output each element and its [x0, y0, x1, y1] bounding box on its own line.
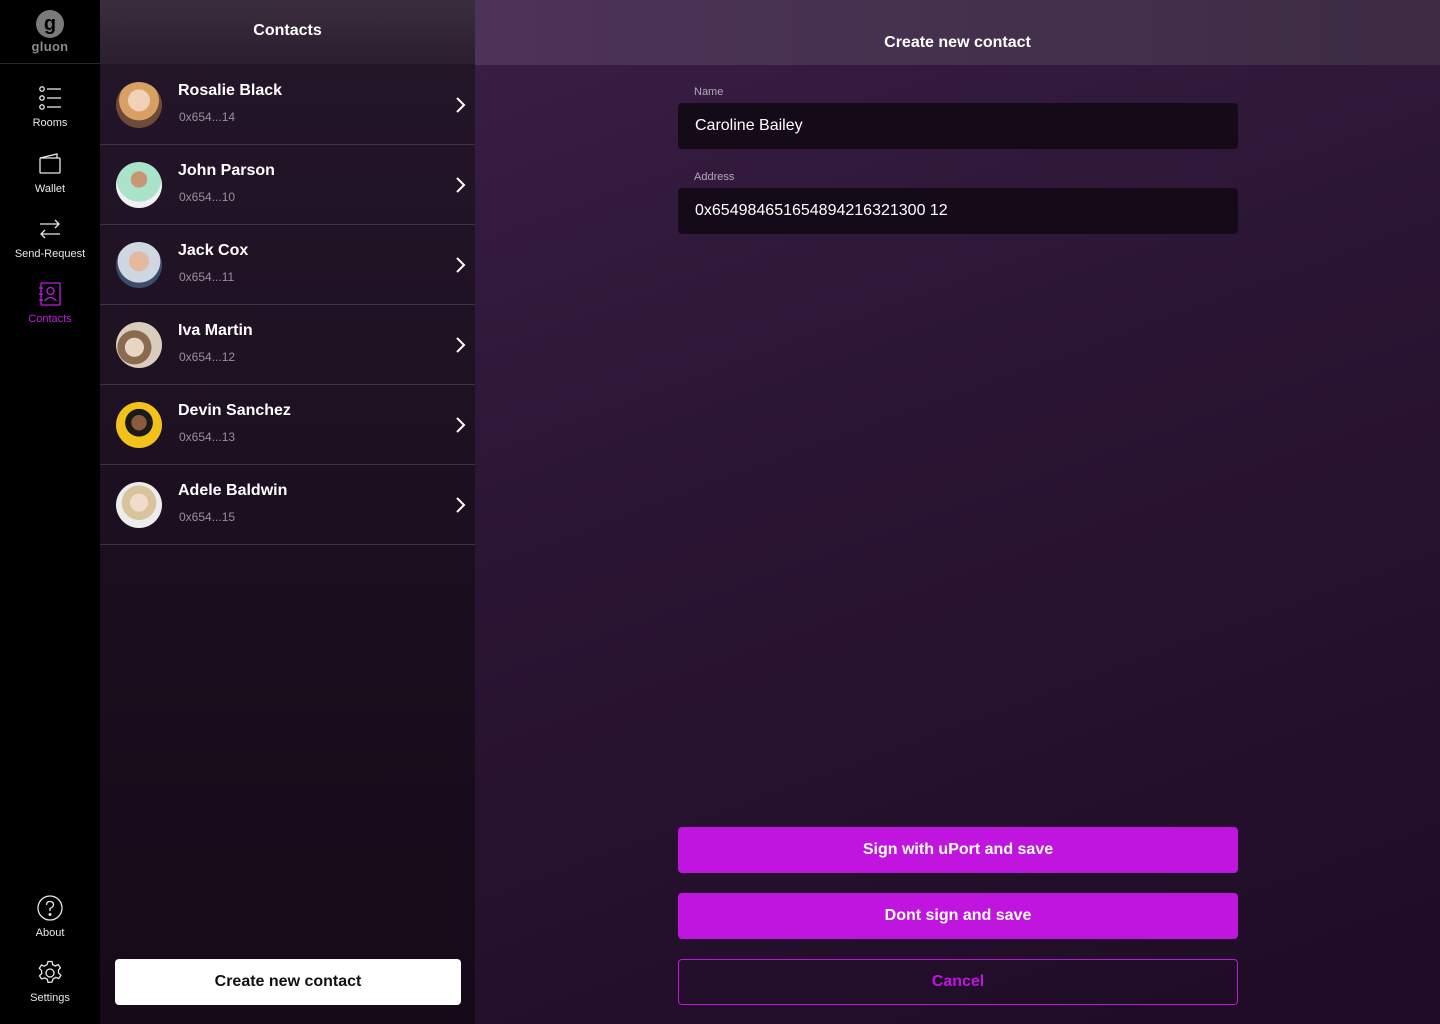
contact-row[interactable]: John Parson 0x654...10	[100, 145, 475, 225]
contacts-header: Contacts	[100, 0, 475, 65]
contact-row[interactable]: Iva Martin 0x654...12	[100, 305, 475, 385]
contact-row[interactable]: Jack Cox 0x654...11	[100, 225, 475, 305]
nav-label-send-request: Send-Request	[14, 248, 86, 260]
contact-name: Jack Cox	[178, 242, 249, 259]
contact-name: Devin Sanchez	[178, 402, 291, 419]
chevron-right-icon	[456, 177, 466, 193]
contact-address: 0x654...14	[179, 110, 236, 124]
create-contact-button[interactable]: Create new contact	[115, 959, 461, 1005]
nav-label-rooms: Rooms	[32, 117, 68, 129]
help-icon	[37, 895, 63, 921]
contact-address: 0x654...11	[179, 270, 235, 284]
avatar	[116, 482, 162, 528]
contact-row[interactable]: Devin Sanchez 0x654...13	[100, 385, 475, 465]
nav-item-contacts[interactable]: Contacts	[0, 281, 100, 325]
nav-item-send-request[interactable]: Send-Request	[0, 216, 100, 260]
gear-icon	[37, 960, 63, 986]
chevron-right-icon	[456, 497, 466, 513]
nav-item-settings[interactable]: Settings	[0, 960, 100, 1004]
name-field[interactable]: Caroline Bailey	[678, 103, 1238, 149]
avatar	[116, 82, 162, 128]
contact-address: 0x654...10	[179, 190, 236, 204]
contact-name: Iva Martin	[178, 322, 253, 339]
avatar	[116, 242, 162, 288]
avatar	[116, 402, 162, 448]
save-without-signing-button[interactable]: Dont sign and save	[678, 893, 1238, 939]
contact-address: 0x654...12	[179, 350, 236, 364]
contact-row[interactable]: Adele Baldwin 0x654...15	[100, 465, 475, 545]
sign-and-save-button[interactable]: Sign with uPort and save	[678, 827, 1238, 873]
wallet-icon	[37, 151, 63, 177]
address-field[interactable]: 0x654984651654894216321300 12	[678, 188, 1238, 234]
contact-name: Rosalie Black	[178, 82, 283, 99]
contact-address: 0x654...13	[179, 430, 236, 444]
chevron-right-icon	[456, 97, 466, 113]
contact-name: Adele Baldwin	[178, 482, 288, 499]
avatar	[116, 162, 162, 208]
nav-label-settings: Settings	[30, 992, 70, 1004]
transfer-icon	[37, 216, 63, 242]
name-field-label: Name	[694, 86, 724, 98]
cancel-button[interactable]: Cancel	[678, 959, 1238, 1005]
logo-mark: g	[36, 9, 64, 38]
contacts-icon	[37, 281, 63, 307]
address-field-label: Address	[694, 171, 735, 183]
nav-item-rooms[interactable]: Rooms	[0, 85, 100, 129]
nav-item-wallet[interactable]: Wallet	[0, 151, 100, 195]
nav-label-about: About	[35, 927, 65, 939]
create-contact-panel: Create new contact Name Caroline Bailey …	[475, 0, 1440, 1024]
page-title: Create new contact	[884, 34, 1031, 51]
contact-row[interactable]: Rosalie Black 0x654...14	[100, 65, 475, 145]
nav-label-wallet: Wallet	[34, 183, 66, 195]
list-icon	[37, 85, 63, 111]
nav-item-about[interactable]: About	[0, 895, 100, 939]
contacts-panel: Contacts Rosalie Black 0x654...14 John P…	[100, 0, 475, 1024]
side-nav: g gluon Rooms Wallet Send-Request Contac…	[0, 0, 100, 1024]
app-logo[interactable]: g gluon	[0, 0, 100, 64]
avatar	[116, 322, 162, 368]
chevron-right-icon	[456, 337, 466, 353]
contact-address: 0x654...15	[179, 510, 236, 524]
main-header: Create new contact	[475, 0, 1440, 65]
chevron-right-icon	[456, 417, 466, 433]
chevron-right-icon	[456, 257, 466, 273]
contact-name: John Parson	[178, 162, 275, 179]
contacts-title: Contacts	[253, 21, 322, 39]
logo-wordmark: gluon	[31, 38, 69, 54]
nav-label-contacts: Contacts	[28, 313, 72, 325]
